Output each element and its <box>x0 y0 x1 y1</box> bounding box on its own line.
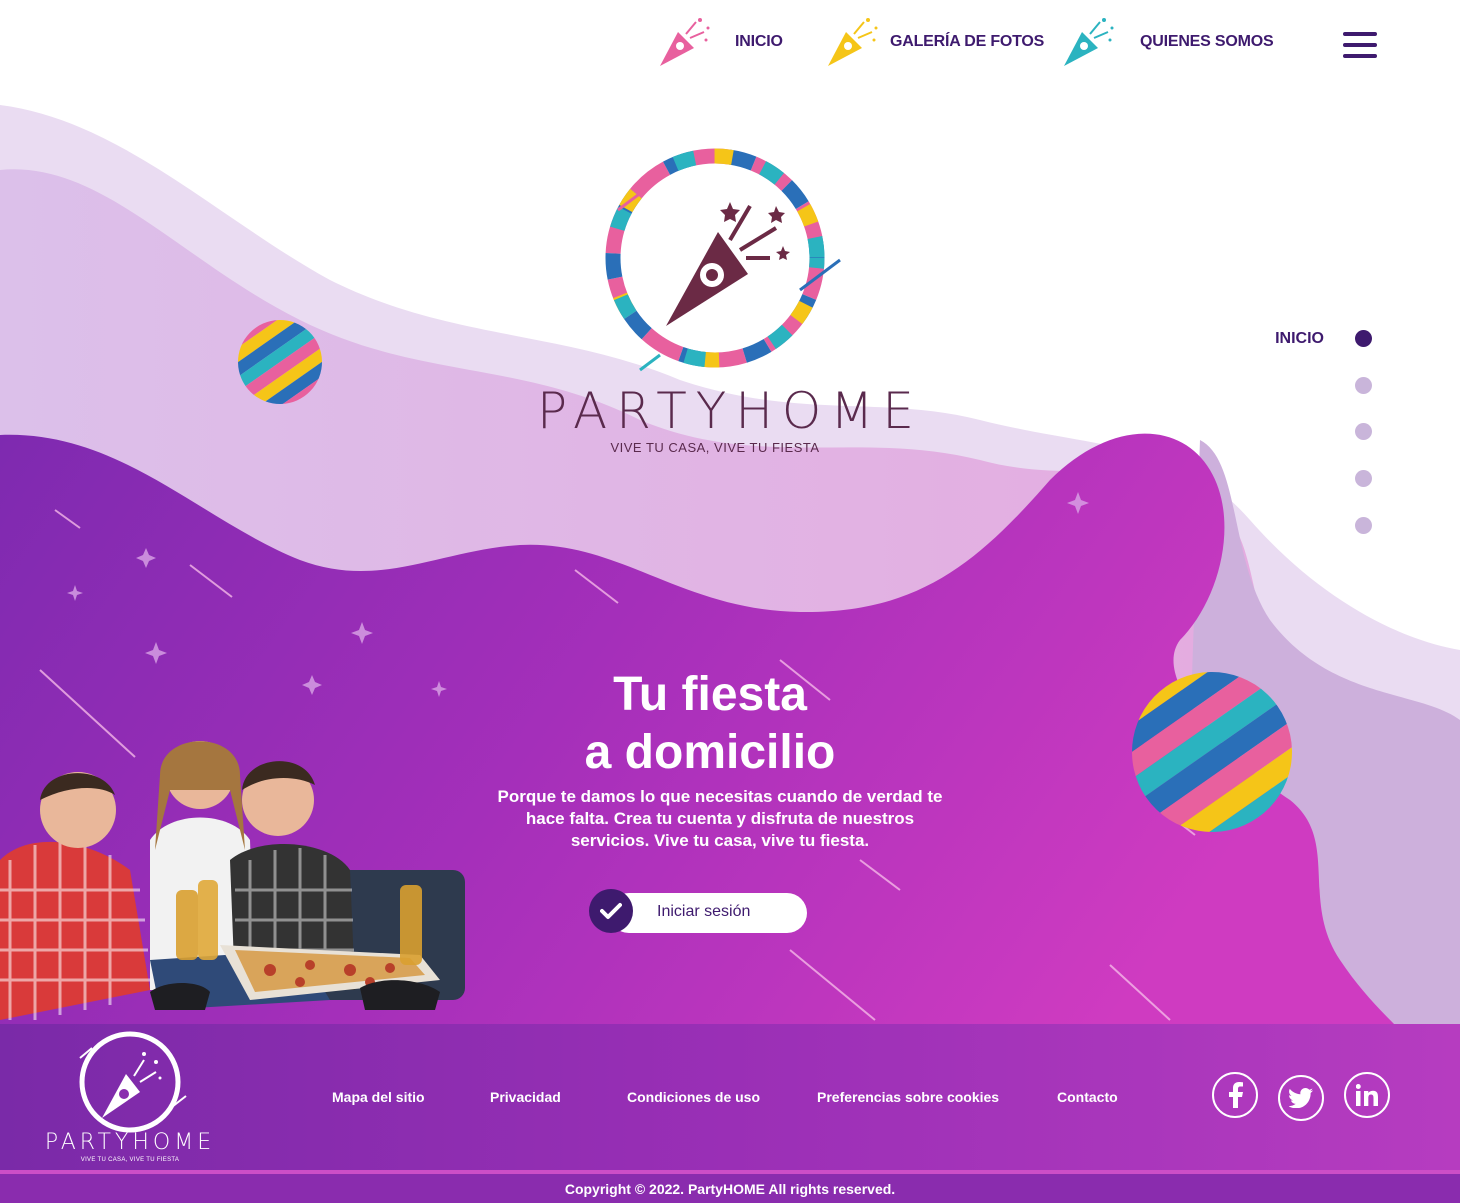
nav-item-inicio[interactable]: INICIO <box>656 12 783 72</box>
hero-title-line1: Tu fiesta <box>613 668 807 721</box>
striped-ball-small <box>232 314 328 410</box>
login-label: Iniciar sesión <box>657 903 751 920</box>
footer-link-preferencias-cookies[interactable]: Preferencias sobre cookies <box>817 1089 999 1105</box>
side-nav-dot[interactable] <box>1355 470 1372 487</box>
facebook-icon[interactable] <box>1212 1072 1258 1118</box>
hamburger-icon[interactable] <box>1343 32 1377 62</box>
footer-link-privacidad[interactable]: Privacidad <box>490 1089 561 1105</box>
party-popper-icon <box>1064 18 1114 66</box>
partyhome-logo-white <box>79 1031 187 1133</box>
partyhome-logo <box>605 148 841 372</box>
nav-label: QUIENES SOMOS <box>1140 33 1274 50</box>
nav-item-quienes-somos[interactable]: QUIENES SOMOS <box>1060 12 1274 72</box>
twitter-icon[interactable] <box>1278 1075 1324 1121</box>
side-nav-dot[interactable] <box>1355 423 1372 440</box>
linkedin-icon[interactable] <box>1344 1072 1390 1118</box>
hero-title: Tu fiesta a domicilio <box>490 666 930 782</box>
footer-link-contacto[interactable]: Contacto <box>1057 1089 1118 1105</box>
party-popper-icon <box>660 18 710 66</box>
nav-label: INICIO <box>735 33 783 50</box>
footer-link-condiciones-de-uso[interactable]: Condiciones de uso <box>627 1089 760 1105</box>
side-nav-dot[interactable] <box>1355 517 1372 534</box>
nav-item-galeria[interactable]: GALERÍA DE FOTOS <box>824 12 1044 72</box>
striped-ball-large <box>1122 662 1302 842</box>
login-button[interactable]: Iniciar sesión <box>589 889 807 933</box>
check-icon <box>589 889 633 933</box>
footer-logo[interactable]: PARTYHOME VIVE TU CASA, VIVE TU FIESTA <box>40 1030 220 1170</box>
copyright-text: Copyright © 2022. PartyHOME All rights r… <box>564 1181 896 1197</box>
footer-brand-tagline: VIVE TU CASA, VIVE TU FIESTA <box>80 1157 180 1163</box>
hero-title-line2: a domicilio <box>584 726 836 779</box>
side-nav-label: INICIO <box>1275 330 1324 347</box>
footer-link-mapa-del-sitio[interactable]: Mapa del sitio <box>332 1089 425 1105</box>
hero-subtitle: Porque te damos lo que necesitas cuando … <box>497 787 943 850</box>
party-popper-icon <box>828 18 878 66</box>
friends-eating-pizza-image <box>0 741 465 1020</box>
side-nav-dot[interactable] <box>1355 330 1372 347</box>
brand-tagline: VIVE TU CASA, VIVE TU FIESTA <box>610 440 820 455</box>
brand-name: PARTYHOME <box>536 382 924 440</box>
nav-label: GALERÍA DE FOTOS <box>890 33 1045 50</box>
footer-brand-name: PARTYHOME <box>44 1130 216 1155</box>
side-nav-dot[interactable] <box>1355 377 1372 394</box>
